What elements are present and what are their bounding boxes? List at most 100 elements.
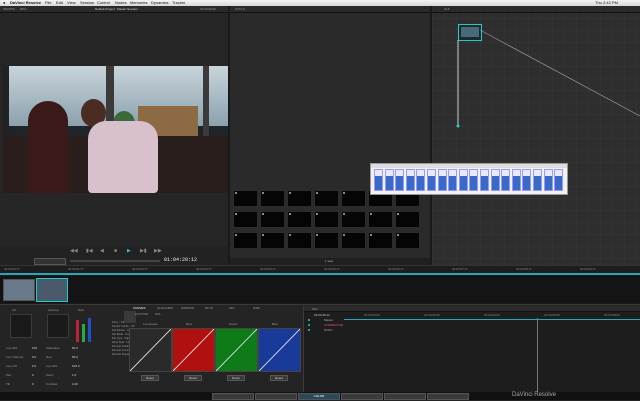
- jog-control[interactable]: [34, 258, 66, 265]
- tab-stills[interactable]: STILLS: [235, 6, 245, 12]
- lut-cell[interactable]: [543, 169, 553, 191]
- stop-icon[interactable]: ■: [114, 248, 117, 254]
- still-thumbnail[interactable]: [341, 211, 366, 228]
- lut-cell[interactable]: [490, 169, 500, 191]
- keyframe-track[interactable]: PCDC: [324, 328, 333, 332]
- person-woman: [28, 101, 68, 193]
- still-thumbnail[interactable]: [287, 190, 312, 207]
- curve-editor-luminance[interactable]: [129, 328, 172, 372]
- play-icon[interactable]: ▶: [127, 248, 131, 254]
- still-thumbnail[interactable]: [395, 211, 420, 228]
- curve-editor-green[interactable]: [215, 328, 258, 372]
- param-value[interactable]: 1.00: [72, 382, 78, 386]
- subtab-hsl[interactable]: HSL: [155, 312, 161, 316]
- still-thumbnail[interactable]: [314, 190, 339, 207]
- reset-button[interactable]: Reset: [184, 375, 202, 381]
- curve-tab[interactable]: BLUR: [205, 306, 213, 310]
- keyframes-playhead[interactable]: [537, 318, 538, 392]
- lut-cell[interactable]: [427, 169, 436, 191]
- curve-tab[interactable]: QUALIFIER: [157, 306, 173, 310]
- still-thumbnail[interactable]: [233, 232, 258, 249]
- param-value[interactable]: 0: [32, 382, 34, 386]
- page-tab[interactable]: [255, 393, 297, 400]
- gamma-meters[interactable]: [47, 314, 69, 338]
- still-thumbnail[interactable]: [287, 211, 312, 228]
- curve-tab[interactable]: WINDOW: [181, 306, 194, 310]
- param-value[interactable]: 1.0: [72, 373, 76, 377]
- step-back-icon[interactable]: ▮◀: [86, 248, 93, 254]
- param-value[interactable]: 50.0: [72, 355, 78, 359]
- lut-cell[interactable]: [554, 169, 564, 191]
- lut-cell[interactable]: [522, 169, 532, 191]
- still-thumbnail[interactable]: [260, 211, 285, 228]
- lift-meters[interactable]: [10, 314, 32, 338]
- lut-cell[interactable]: [448, 169, 458, 191]
- still-thumbnail[interactable]: [260, 232, 285, 249]
- track-dot-icon[interactable]: [308, 329, 310, 331]
- lut-cell[interactable]: [395, 169, 405, 191]
- viewer-panel: 3DLPFIX RPG Default Project : Master Ses…: [0, 6, 228, 265]
- param-value[interactable]: 100.0: [72, 364, 80, 368]
- clip-thumbnail-1[interactable]: [3, 279, 35, 301]
- reset-button[interactable]: Reset: [270, 375, 288, 381]
- node-graph-panel[interactable]: GUI: [432, 6, 640, 265]
- gain-blue-meter[interactable]: [88, 318, 91, 342]
- page-tab[interactable]: [341, 393, 383, 400]
- tab-key[interactable]: KEY: [312, 306, 318, 312]
- still-thumbnail[interactable]: [341, 190, 366, 207]
- curve-editor-blue[interactable]: [258, 328, 301, 372]
- track-dot-icon[interactable]: [308, 324, 310, 326]
- curve-tab[interactable]: CURVES: [133, 306, 145, 310]
- keyframe-track[interactable]: CORRECTOR: [324, 323, 343, 327]
- page-tab[interactable]: COLOR: [298, 393, 340, 400]
- param-value[interactable]: 50.0: [72, 346, 78, 350]
- lut-cell[interactable]: [416, 169, 426, 191]
- lut-cell[interactable]: [480, 169, 489, 191]
- param-value[interactable]: 0.0: [32, 355, 36, 359]
- param-value[interactable]: 0.0: [32, 364, 36, 368]
- still-thumbnail[interactable]: [368, 232, 393, 249]
- lut-cell[interactable]: [511, 169, 521, 191]
- step-forward-icon[interactable]: ▶▮: [140, 248, 147, 254]
- curve-tab[interactable]: KEY: [229, 306, 235, 310]
- gain-green-meter[interactable]: [82, 324, 85, 342]
- lut-popup[interactable]: [370, 163, 568, 195]
- rewind-icon[interactable]: ◀◀: [70, 248, 78, 254]
- gain-red-meter[interactable]: [76, 320, 79, 342]
- keyframe-track[interactable]: Master: [324, 318, 333, 322]
- page-tab[interactable]: [384, 393, 426, 400]
- reset-button[interactable]: Reset: [141, 375, 159, 381]
- lut-cell[interactable]: [501, 169, 511, 191]
- param-value[interactable]: 0: [32, 373, 34, 377]
- still-thumbnail[interactable]: [287, 232, 312, 249]
- still-thumbnail[interactable]: [233, 190, 258, 207]
- still-thumbnail[interactable]: [314, 211, 339, 228]
- still-thumbnail[interactable]: [260, 190, 285, 207]
- still-thumbnail[interactable]: [368, 211, 393, 228]
- curve-line: [215, 328, 258, 372]
- video-frame[interactable]: [3, 66, 228, 193]
- curve-tab[interactable]: SIZE: [253, 306, 260, 310]
- subtab-custom[interactable]: CUSTOM: [135, 312, 148, 316]
- lut-cell[interactable]: [405, 169, 415, 191]
- lut-cell[interactable]: [469, 169, 479, 191]
- still-thumbnail[interactable]: [341, 232, 366, 249]
- reverse-play-icon[interactable]: ◀: [100, 248, 104, 254]
- still-thumbnail[interactable]: [233, 211, 258, 228]
- still-thumbnail[interactable]: [395, 232, 420, 249]
- clip-thumbnail-2[interactable]: [36, 278, 68, 302]
- curve-editor-red[interactable]: [172, 328, 215, 372]
- scrub-bar[interactable]: [70, 260, 160, 262]
- track-dot-icon[interactable]: [308, 319, 310, 321]
- page-tab[interactable]: [212, 393, 254, 400]
- lut-cell[interactable]: [533, 169, 542, 191]
- reset-button[interactable]: Reset: [227, 375, 245, 381]
- lut-cell[interactable]: [384, 169, 394, 191]
- fast-forward-icon[interactable]: ▶▶: [154, 248, 162, 254]
- lut-cell[interactable]: [437, 169, 447, 191]
- param-value[interactable]: 100: [32, 346, 37, 350]
- lut-cell[interactable]: [374, 169, 383, 191]
- page-tab[interactable]: [427, 393, 469, 400]
- lut-cell[interactable]: [458, 169, 468, 191]
- still-thumbnail[interactable]: [314, 232, 339, 249]
